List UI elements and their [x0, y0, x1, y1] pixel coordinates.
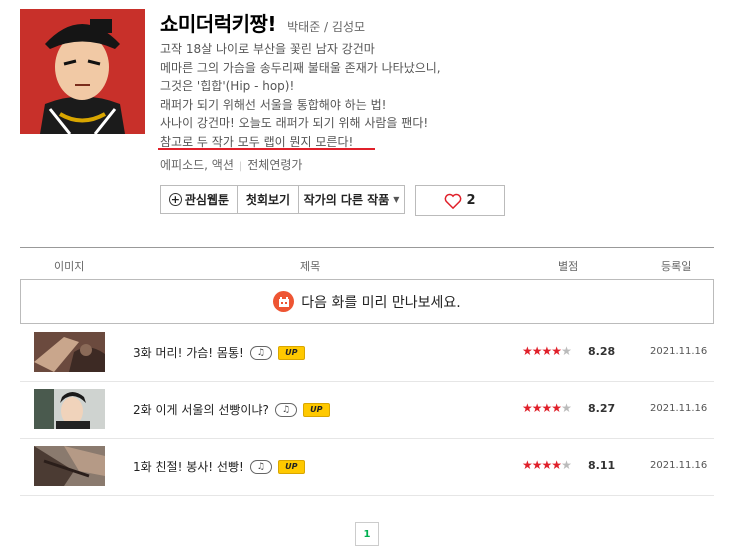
- star-icon: ★: [522, 344, 533, 358]
- star-rating: ★★★★★: [522, 401, 572, 415]
- genre-label: 에피소드, 액션: [160, 158, 234, 172]
- synopsis-line: 래퍼가 되기 위해선 서울을 통합해야 하는 법!: [160, 97, 387, 112]
- pagination-page-1[interactable]: 1: [355, 522, 379, 546]
- webtoon-title: 쇼미더럭키짱!: [160, 12, 277, 36]
- episode-title-cell[interactable]: 2화 이게 서울의 선빵이냐? ♫ UP: [133, 401, 330, 418]
- table-header: 이미지 제목 별점 등록일: [20, 248, 714, 278]
- episode-title[interactable]: 2화 이게 서울의 선빵이냐?: [133, 401, 269, 418]
- music-note-icon: ♫: [249, 345, 272, 360]
- synopsis-line: 사나이 강건마! 오늘도 래퍼가 되기 위해 사람을 팬다!: [160, 116, 429, 130]
- table-row[interactable]: 3화 머리! 가슴! 몸통! ♫ UP ★★★★★ 8.28 2021.11.1…: [20, 325, 714, 382]
- synopsis-line: 그것은 '힙합'(Hip - hop)!: [160, 79, 295, 93]
- webtoon-authors[interactable]: 박태준 / 김성모: [287, 20, 365, 34]
- heart-icon: [445, 193, 462, 209]
- action-button-group: + 관심웹툰 첫회보기 작가의 다른 작품 ▼: [160, 185, 405, 214]
- episode-title[interactable]: 3화 머리! 가슴! 몸통!: [133, 344, 244, 361]
- interest-button-label: 관심웹툰: [184, 193, 229, 207]
- episode-title-cell[interactable]: 3화 머리! 가슴! 몸통! ♫ UP: [133, 344, 305, 361]
- like-button[interactable]: 2: [415, 185, 505, 216]
- star-icon: ★: [541, 344, 553, 358]
- star-icon: ★: [522, 401, 533, 415]
- star-icon: ★: [551, 344, 562, 358]
- up-badge: UP: [277, 459, 305, 474]
- header-title: 제목: [300, 260, 321, 273]
- first-view-button[interactable]: 첫회보기: [238, 185, 299, 214]
- star-rating: ★★★★★: [522, 344, 572, 358]
- header-image: 이미지: [54, 260, 85, 273]
- star-rating: ★★★★★: [522, 458, 572, 472]
- genre-row: 에피소드, 액션 | 전체연령가: [160, 156, 302, 173]
- music-note-icon: ♫: [274, 402, 297, 417]
- other-works-dropdown[interactable]: 작가의 다른 작품 ▼: [299, 185, 405, 214]
- first-view-label: 첫회보기: [245, 193, 291, 207]
- star-icon: ★: [561, 458, 572, 472]
- up-badge: UP: [277, 345, 305, 360]
- episode-thumbnail[interactable]: [34, 446, 105, 486]
- episode-thumbnail[interactable]: [34, 389, 105, 429]
- other-works-label: 작가의 다른 작품: [303, 193, 390, 207]
- episode-date: 2021.11.16: [650, 346, 708, 357]
- episode-date: 2021.11.16: [650, 403, 708, 414]
- calendar-icon: [273, 291, 295, 312]
- star-icon: ★: [541, 458, 553, 472]
- episode-title-cell[interactable]: 1화 친절! 봉사! 선빵! ♫ UP: [133, 458, 305, 475]
- rating-score: 8.28: [588, 345, 616, 358]
- table-row[interactable]: 2화 이게 서울의 선빵이냐? ♫ UP ★★★★★ 8.27 2021.11.…: [20, 382, 714, 439]
- webtoon-cover-image: [20, 9, 145, 134]
- star-icon: ★: [541, 401, 553, 415]
- synopsis-line: 메마른 그의 가슴을 송두리째 불태울 존재가 나타났으니,: [160, 60, 441, 75]
- preview-next-episode-banner[interactable]: 다음 화를 미리 만나보세요.: [20, 279, 714, 324]
- caret-down-icon: ▼: [393, 195, 400, 204]
- star-icon: ★: [522, 458, 533, 472]
- episode-thumbnail[interactable]: [34, 332, 105, 372]
- header-date: 등록일: [661, 260, 692, 273]
- genre-divider: |: [238, 161, 243, 172]
- age-rating-label: 전체연령가: [247, 158, 303, 172]
- star-icon: ★: [561, 344, 572, 358]
- star-icon: ★: [531, 401, 543, 415]
- star-icon: ★: [551, 401, 562, 415]
- up-badge: UP: [302, 402, 330, 417]
- plus-circle-icon: +: [169, 193, 182, 206]
- interest-button[interactable]: + 관심웹툰: [160, 185, 238, 214]
- highlight-underline: [158, 148, 375, 150]
- episode-title[interactable]: 1화 친절! 봉사! 선빵!: [133, 458, 244, 475]
- star-icon: ★: [561, 401, 572, 415]
- header-rating: 별점: [558, 260, 579, 273]
- title-row: 쇼미더럭키짱! 박태준 / 김성모: [160, 8, 365, 37]
- music-note-icon: ♫: [249, 459, 272, 474]
- episode-date: 2021.11.16: [650, 460, 708, 471]
- table-row[interactable]: 1화 친절! 봉사! 선빵! ♫ UP ★★★★★ 8.11 2021.11.1…: [20, 439, 714, 496]
- like-count: 2: [466, 193, 476, 208]
- synopsis-line: 고작 18살 나이로 부산을 꽃린 남자 강건마: [160, 42, 375, 56]
- synopsis: 고작 18살 나이로 부산을 꽃린 남자 강건마 메마른 그의 가슴을 송두리째…: [160, 40, 441, 151]
- preview-text: 다음 화를 미리 만나보세요.: [301, 294, 461, 311]
- rating-score: 8.11: [588, 459, 616, 472]
- rating-score: 8.27: [588, 402, 616, 415]
- star-icon: ★: [551, 458, 562, 472]
- star-icon: ★: [531, 344, 543, 358]
- star-icon: ★: [531, 458, 543, 472]
